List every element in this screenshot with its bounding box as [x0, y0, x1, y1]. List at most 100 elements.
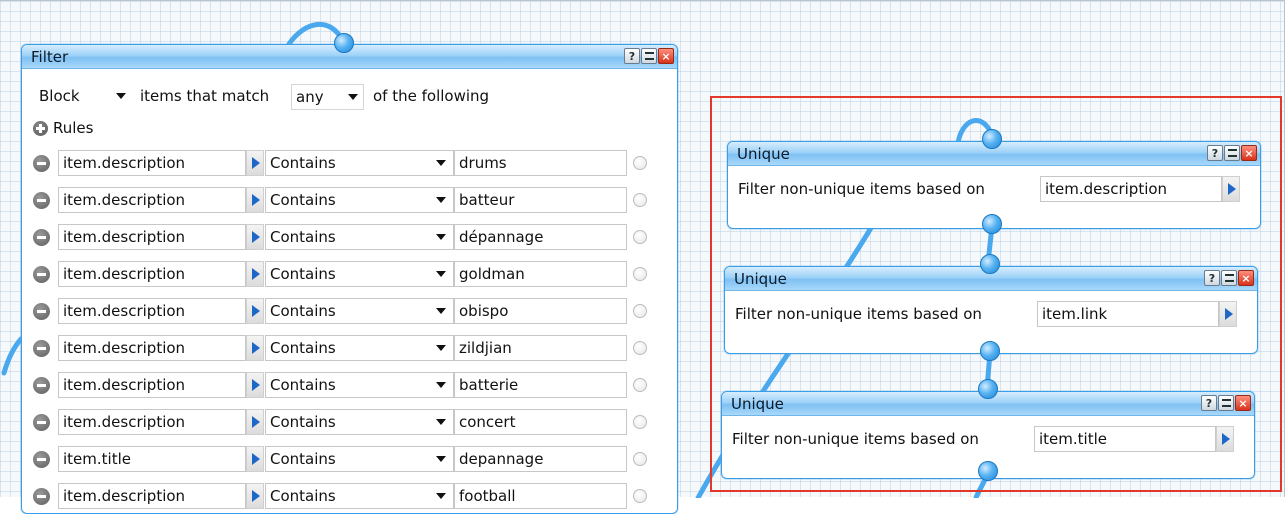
arrow-right-icon[interactable]	[246, 150, 264, 176]
minus-circle-icon[interactable]	[33, 192, 50, 209]
rule-field-input[interactable]: item.description	[58, 409, 246, 435]
minimize-icon[interactable]	[1221, 270, 1237, 286]
arrow-right-icon[interactable]	[246, 335, 264, 361]
rule-operator-select[interactable]: Contains	[265, 187, 454, 213]
rule-field-input[interactable]: item.description	[58, 187, 246, 213]
rule-value-input[interactable]: batterie	[454, 372, 627, 398]
rule-terminal-icon[interactable]	[633, 193, 647, 207]
unique-terminal[interactable]	[980, 254, 1000, 274]
unique-field-input[interactable]: item.description	[1040, 176, 1222, 202]
rule-terminal-icon[interactable]	[633, 415, 647, 429]
rule-field-input[interactable]: item.title	[58, 446, 246, 472]
arrow-right-icon[interactable]	[1219, 301, 1237, 327]
rule-value-input[interactable]: dépannage	[454, 224, 627, 250]
rule-operator-select[interactable]: Contains	[265, 150, 454, 176]
rule-row: item.description Contains concert	[22, 409, 662, 437]
rule-terminal-icon[interactable]	[633, 341, 647, 355]
help-icon[interactable]: ?	[1204, 270, 1220, 286]
rule-terminal-icon[interactable]	[633, 489, 647, 503]
rule-row: item.description Contains batteur	[22, 187, 662, 215]
rule-value-input[interactable]: goldman	[454, 261, 627, 287]
minus-circle-icon[interactable]	[33, 340, 50, 357]
caret-down-icon	[436, 382, 446, 388]
filter-mode-select[interactable]: Block	[35, 84, 130, 110]
rule-operator-value: Contains	[270, 450, 336, 468]
unique-label: Filter non-unique items based on	[738, 180, 985, 198]
minus-circle-icon[interactable]	[33, 303, 50, 320]
rule-field-input[interactable]: item.description	[58, 224, 246, 250]
rule-operator-select[interactable]: Contains	[265, 409, 454, 435]
rule-operator-select[interactable]: Contains	[265, 298, 454, 324]
close-icon[interactable]: ×	[658, 48, 674, 64]
rule-field-input[interactable]: item.description	[58, 372, 246, 398]
rule-field-input[interactable]: item.description	[58, 483, 246, 509]
rule-terminal-icon[interactable]	[633, 230, 647, 244]
rule-value-input[interactable]: zildjian	[454, 335, 627, 361]
close-icon[interactable]: ×	[1241, 145, 1257, 161]
unique-field-input[interactable]: item.title	[1034, 426, 1216, 452]
rule-value-input[interactable]: obispo	[454, 298, 627, 324]
arrow-right-icon[interactable]	[246, 261, 264, 287]
minus-circle-icon[interactable]	[33, 451, 50, 468]
minimize-icon[interactable]	[1218, 395, 1234, 411]
unique-field-value: item.description	[1045, 180, 1168, 198]
rule-operator-select[interactable]: Contains	[265, 224, 454, 250]
rule-terminal-icon[interactable]	[633, 156, 647, 170]
rule-value-input[interactable]: depannage	[454, 446, 627, 472]
close-icon[interactable]: ×	[1238, 270, 1254, 286]
minimize-icon[interactable]	[641, 48, 657, 64]
rule-operator-select[interactable]: Contains	[265, 483, 454, 509]
rule-row: item.description Contains batterie	[22, 372, 662, 400]
rule-value-input[interactable]: concert	[454, 409, 627, 435]
rule-value-input[interactable]: football	[454, 483, 627, 509]
arrow-right-icon[interactable]	[1222, 176, 1240, 202]
rule-field-input[interactable]: item.description	[58, 298, 246, 324]
minus-circle-icon[interactable]	[33, 229, 50, 246]
arrow-right-icon[interactable]	[246, 372, 264, 398]
minus-circle-icon[interactable]	[33, 155, 50, 172]
minus-circle-icon[interactable]	[33, 414, 50, 431]
arrow-right-icon[interactable]	[246, 187, 264, 213]
rule-value-input[interactable]: drums	[454, 150, 627, 176]
unique-terminal[interactable]	[978, 461, 998, 481]
help-icon[interactable]: ?	[1201, 395, 1217, 411]
rule-operator-select[interactable]: Contains	[265, 446, 454, 472]
rule-operator-select[interactable]: Contains	[265, 261, 454, 287]
arrow-right-icon[interactable]	[246, 409, 264, 435]
rule-value-input[interactable]: batteur	[454, 187, 627, 213]
close-icon[interactable]: ×	[1235, 395, 1251, 411]
rule-row: item.description Contains football	[22, 483, 662, 511]
rule-terminal-icon[interactable]	[633, 267, 647, 281]
help-icon[interactable]: ?	[624, 48, 640, 64]
rule-terminal-icon[interactable]	[633, 304, 647, 318]
unique-terminal[interactable]	[982, 129, 1002, 149]
rule-operator-select[interactable]: Contains	[265, 335, 454, 361]
unique-field-input[interactable]: item.link	[1037, 301, 1219, 327]
rule-field-value: item.description	[63, 154, 186, 172]
rule-field-input[interactable]: item.description	[58, 150, 246, 176]
arrow-right-icon[interactable]	[246, 446, 264, 472]
unique-terminal[interactable]	[982, 214, 1002, 234]
arrow-right-icon[interactable]	[1216, 426, 1234, 452]
pipe-editor-canvas[interactable]: Filter ? × Block items that match any of…	[0, 0, 1285, 514]
rule-field-input[interactable]: item.description	[58, 261, 246, 287]
match-type-select[interactable]: any	[291, 84, 364, 110]
rule-field-input[interactable]: item.description	[58, 335, 246, 361]
filter-input-terminal[interactable]	[334, 33, 354, 53]
rule-terminal-icon[interactable]	[633, 378, 647, 392]
rule-operator-select[interactable]: Contains	[265, 372, 454, 398]
rule-field-value: item.title	[63, 450, 131, 468]
minimize-icon[interactable]	[1224, 145, 1240, 161]
plus-circle-icon[interactable]	[33, 121, 48, 136]
filter-module[interactable]: Filter ? × Block items that match any of…	[21, 44, 678, 514]
unique-terminal[interactable]	[980, 341, 1000, 361]
rule-terminal-icon[interactable]	[633, 452, 647, 466]
arrow-right-icon[interactable]	[246, 298, 264, 324]
minus-circle-icon[interactable]	[33, 377, 50, 394]
arrow-right-icon[interactable]	[246, 483, 264, 509]
minus-circle-icon[interactable]	[33, 266, 50, 283]
unique-terminal[interactable]	[978, 379, 998, 399]
arrow-right-icon[interactable]	[246, 224, 264, 250]
rule-row: item.description Contains obispo	[22, 298, 662, 326]
help-icon[interactable]: ?	[1207, 145, 1223, 161]
